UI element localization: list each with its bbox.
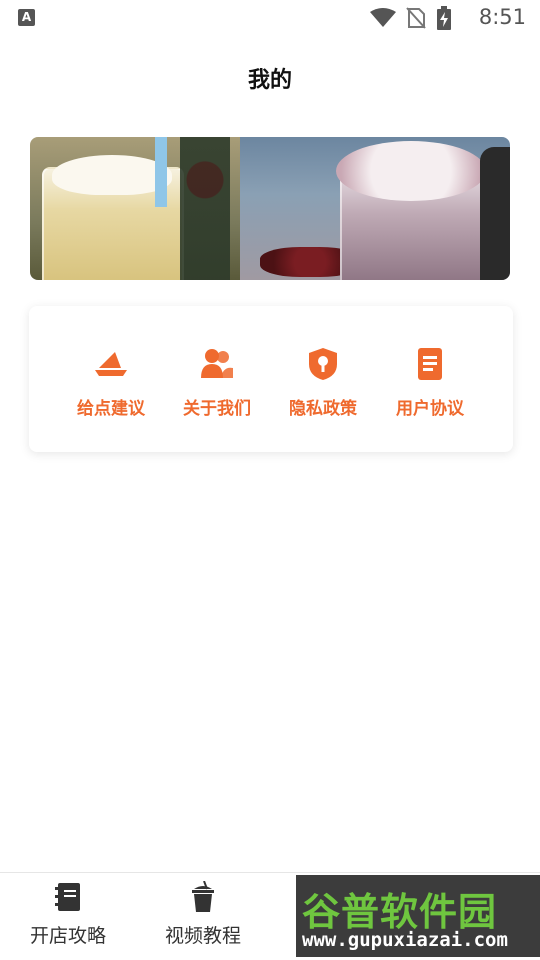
status-time: 8:51 — [478, 5, 526, 29]
nav-item-video-tutorial[interactable]: 视频教程 — [148, 881, 258, 948]
menu-label-feedback: 给点建议 — [77, 399, 145, 419]
banner-right-drink — [240, 137, 510, 280]
menu-item-feedback[interactable]: 给点建议 — [61, 346, 161, 419]
nav-label-video-tutorial: 视频教程 — [164, 925, 241, 947]
watermark-logo: 谷普软件园 www.gupuxiazai.com — [296, 875, 540, 957]
watermark-title: 谷普软件园 — [302, 890, 498, 934]
no-sim-icon — [406, 7, 426, 29]
menu-label-agreement: 用户协议 — [396, 399, 464, 419]
status-bar: A 8:51 — [0, 0, 540, 36]
menu-item-agreement[interactable]: 用户协议 — [380, 346, 480, 419]
menu-item-about[interactable]: 关于我们 — [167, 346, 267, 419]
menu-label-privacy: 隐私政策 — [289, 399, 357, 419]
wifi-icon — [370, 8, 396, 27]
watermark-url: www.gupuxiazai.com — [302, 929, 508, 951]
shield-lock-icon — [309, 348, 337, 380]
users-icon — [201, 349, 233, 378]
battery-charging-icon — [437, 6, 451, 30]
document-icon — [418, 348, 442, 380]
cup-icon — [192, 881, 214, 912]
menu-label-about: 关于我们 — [183, 399, 251, 419]
notebook-icon — [55, 883, 80, 911]
feedback-icon — [95, 352, 127, 376]
menu-card: 给点建议 关于我们 隐私政策 用户协议 — [29, 306, 513, 452]
status-icons — [370, 6, 452, 30]
page-title: 我的 — [247, 68, 292, 93]
nav-label-store-guide: 开店攻略 — [29, 925, 106, 947]
menu-item-privacy[interactable]: 隐私政策 — [273, 346, 373, 419]
banner-left-drink — [30, 137, 240, 280]
notification-a-icon: A — [18, 9, 35, 26]
nav-item-store-guide[interactable]: 开店攻略 — [13, 881, 123, 948]
banner-image[interactable] — [30, 137, 510, 280]
